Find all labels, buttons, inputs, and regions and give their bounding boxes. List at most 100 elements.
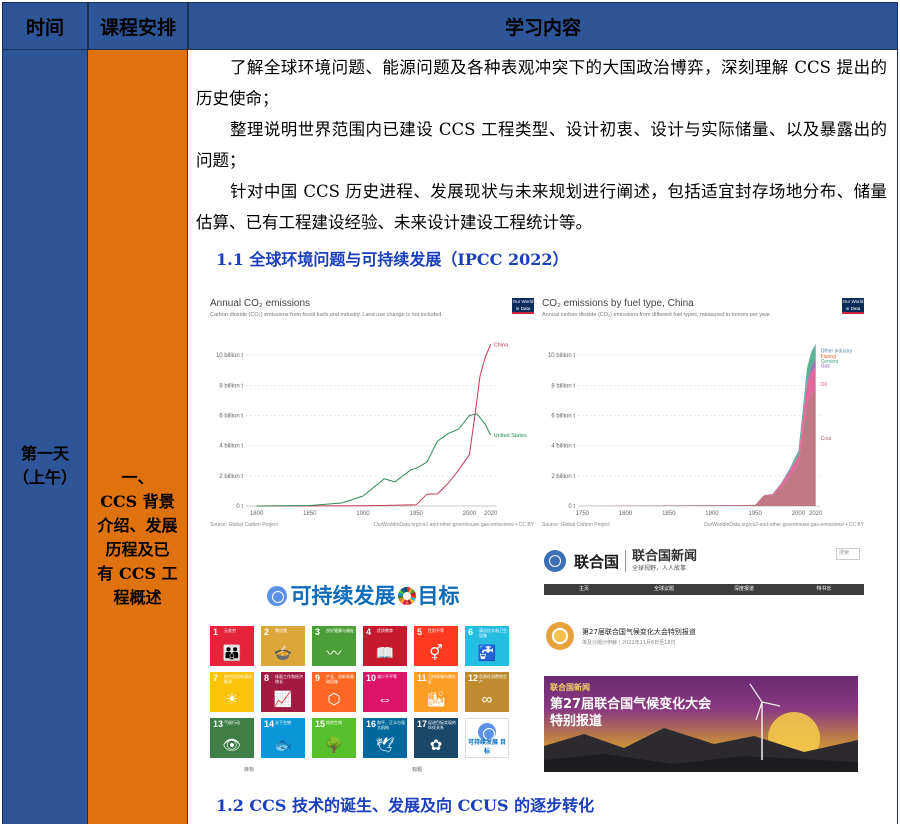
course-title: 一、 CCS 背景 介绍、发展 历程及已 有 CCS 工 程概述 xyxy=(92,466,183,610)
sdg-tile-10: 10 减少不平等 ⇔ xyxy=(363,672,407,712)
series-label: Coal xyxy=(821,436,831,442)
sdg-tile-label: 和平、正义与强大机构 xyxy=(377,720,405,730)
x-tick-label: 1900 xyxy=(705,511,719,517)
chart-title: CO₂ emissions by fuel type, China xyxy=(542,298,694,309)
course-line: 历程及已 xyxy=(105,540,170,559)
x-tick-label: 2000 xyxy=(463,511,477,517)
sdg-tile-number: 13 xyxy=(213,719,224,729)
sdg-tile-number: 14 xyxy=(264,719,275,729)
sdg-tile-number: 2 xyxy=(264,627,270,637)
sdg-tile-label: 气候行动 xyxy=(224,720,240,725)
sdg-goal-icon: ∞ xyxy=(481,691,493,708)
x-tick-label: 1750 xyxy=(576,511,590,517)
sdg-tile-number: 9 xyxy=(315,673,321,683)
sdg-wheel-icon xyxy=(397,587,416,605)
y-tick-label: 4 billion t xyxy=(551,444,575,450)
sdg-tile-6: 6 清洁饮水和卫生设施 🚰 xyxy=(465,626,509,666)
y-tick-label: 2 billion t xyxy=(551,474,575,480)
x-tick-label: 1950 xyxy=(410,511,424,517)
banner-title-line: 第27届联合国气候变化大会 xyxy=(550,697,712,712)
nav-item-home[interactable]: 主页 xyxy=(544,584,624,595)
sdg-tile-label: 促进目标实现的伙伴关系 xyxy=(428,720,456,730)
nav-item-secretary-general[interactable]: 特书长 xyxy=(784,584,864,595)
sdg-tile-number: 16 xyxy=(366,719,377,729)
sdg-tile-label: 经济适用的清洁能源 xyxy=(224,674,252,684)
area-flaring xyxy=(582,345,816,506)
owid-logo: Our World in Data xyxy=(842,298,864,314)
sdg-tile-11: 11 可持续城市和社区 🏙 xyxy=(414,672,458,712)
sdg-tile-number: 11 xyxy=(417,673,427,683)
sdg-tile-label: 可持续城市和社区 xyxy=(428,674,456,684)
period-line: （上午） xyxy=(12,468,77,487)
sdg-goal-icon: 🏙 xyxy=(426,691,446,708)
paragraph-2: 整理说明世界范围内已建设 CCS 工程类型、设计初衷、设计与实际储量、以及暴露出… xyxy=(196,120,887,170)
sdg-tile-number: 1 xyxy=(213,627,219,637)
chart-url: OurWorldInData.org/co2-and-other-greenho… xyxy=(703,522,864,528)
y-tick-label: 10 billion t xyxy=(548,353,575,359)
course-line: CCS 背景 xyxy=(100,492,175,511)
nav-item-global-issues[interactable]: 全球议题 xyxy=(624,584,704,595)
sdg-goal-icon: 👪 xyxy=(222,645,242,662)
course-line: 有 CCS 工 xyxy=(97,564,178,583)
sdg-tile-7: 7 经济适用的清洁能源 ☀ xyxy=(210,672,254,712)
sdg-tile-label: 良好健康与福祉 xyxy=(326,628,354,633)
sdg-goal-icon: 🐟 xyxy=(273,737,293,754)
section-heading-1-1: 1.1 全球环境问题与可持续发展（IPCC 2022） xyxy=(216,250,569,269)
un-news-nav: 主页 全球议题 深度报道 特书长 xyxy=(544,584,864,595)
sdg-title-suffix: 目标 xyxy=(417,584,460,608)
un-news-panel: 联合国 联合国新闻 全球视野，人人故事 搜索 主页 全球议题 深度报道 特书长 … xyxy=(544,544,864,776)
banner-title-line: 特别报道 xyxy=(550,714,603,729)
area-oil xyxy=(582,367,816,506)
x-tick-label: 1850 xyxy=(662,511,676,517)
sdg-tile-label: 性别平等 xyxy=(428,628,444,633)
series-line-china xyxy=(256,344,492,507)
search-input[interactable]: 搜索 xyxy=(836,548,860,560)
sdg-tile-number: 10 xyxy=(366,673,377,683)
sdg-tile-number: 7 xyxy=(213,673,219,683)
sdg-tile-15: 15 陆地生物 🌳 xyxy=(312,718,356,758)
sdg-title: 可持续发展 目标 xyxy=(202,580,524,610)
sdg-goal-icon: ⇔ xyxy=(377,691,393,708)
x-tick-label: 1800 xyxy=(619,511,633,517)
sdg-logo-text: 可持续发展 目标 xyxy=(467,739,507,755)
sdg-goal-icon: 📈 xyxy=(273,691,293,708)
un-news-header: 联合国 联合国新闻 全球视野，人人故事 xyxy=(544,544,697,578)
sdg-caption: 目标 xyxy=(244,767,255,773)
series-label: Flaring xyxy=(821,354,837,360)
banner-title: 第27届联合国气候变化大会 特别报道 xyxy=(550,696,711,730)
x-tick-label: 1900 xyxy=(356,511,370,517)
sdg-tile-label: 零饥饿 xyxy=(275,628,287,633)
course-schedule-table: 时间 课程安排 学习内容 第一天 （上午） 一、 CCS 背景 介绍、发展 历程… xyxy=(0,0,900,824)
series-label: Other industry xyxy=(821,349,853,355)
sdg-goal-icon: 🕊 xyxy=(375,737,395,754)
sdg-tile-3: 3 良好健康与福祉〰 xyxy=(312,626,356,666)
sdg-tile-1: 1 无贫穷 👪 xyxy=(210,626,254,666)
banner-tag: 联合国新闻 xyxy=(550,683,590,692)
sdg-tile-8: 8 体面工作和经济增长 📈 xyxy=(261,672,305,712)
chart-source: Source: Global Carbon Project xyxy=(542,522,610,528)
cop27-banner[interactable]: 联合国新闻 第27届联合国气候变化大会 特别报道 xyxy=(544,676,858,772)
nav-item-in-depth[interactable]: 深度报道 xyxy=(704,584,784,595)
un-emblem-icon xyxy=(544,550,566,572)
y-tick-label: 4 billion t xyxy=(219,444,243,450)
y-tick-label: 0 t xyxy=(568,504,575,510)
sdg-tile-12: 12 负责任消费和生产 ∞ xyxy=(465,672,509,712)
un-news-title: 联合国新闻 xyxy=(632,549,698,564)
sdg-tile-number: 8 xyxy=(264,673,270,683)
un-news-tagline: 全球视野，人人故事 xyxy=(632,565,687,572)
series-label: United States xyxy=(494,433,527,439)
sdg-tile-13: 13 气候行动 👁 xyxy=(210,718,254,758)
y-tick-label: 8 billion t xyxy=(219,383,243,389)
paragraph-1: 了解全球环境问题、能源问题及各种表观冲突下的大国政治博弈，深刻理解 CCS 提出… xyxy=(196,58,887,108)
sdg-tile-number: 5 xyxy=(417,627,423,637)
day-label: 第一天 （上午） xyxy=(3,442,87,490)
sdg-tile-label: 清洁饮水和卫生设施 xyxy=(479,628,507,638)
sdg-tile-2: 2 零饥饿 🍲 xyxy=(261,626,305,666)
y-tick-label: 10 billion t xyxy=(216,353,243,359)
y-tick-label: 6 billion t xyxy=(219,413,243,419)
y-tick-label: 6 billion t xyxy=(551,413,575,419)
cop27-special-link[interactable]: 第27届联合国气候变化大会特别报道 埃及沙姆沙伊赫 | 2022年11月6日至1… xyxy=(546,622,696,650)
y-tick-label: 2 billion t xyxy=(219,474,243,480)
chart-plot: 0 t 2 billion t 4 billion t 6 billion t 8 bi… xyxy=(548,343,853,517)
special-title: 第27届联合国气候变化大会特别报道 xyxy=(582,627,696,636)
